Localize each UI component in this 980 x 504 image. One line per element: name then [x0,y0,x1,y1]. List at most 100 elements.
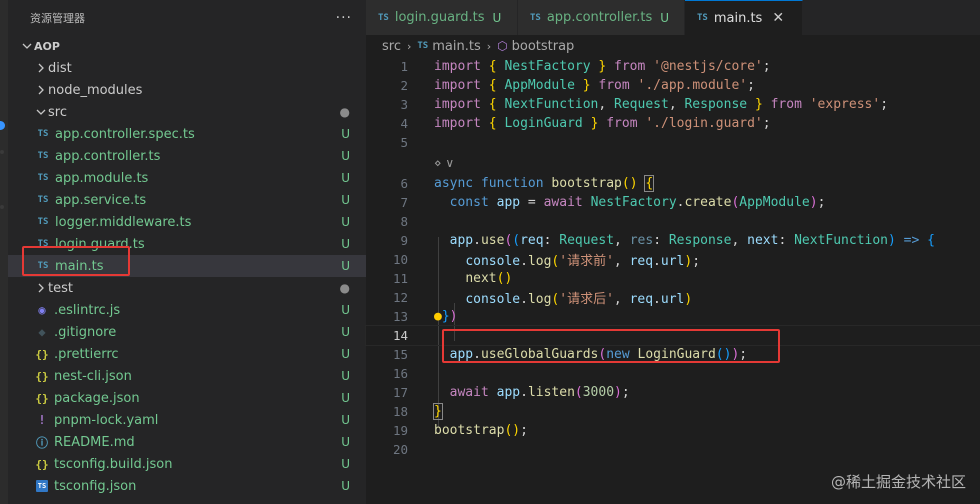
chevron-right-icon [34,283,48,293]
code-text: const app = await NestFactory.create(App… [449,195,826,210]
code-line: 12 console.log('请求后', req.url) [366,288,980,307]
code-line: 13 ●}) [366,307,980,326]
tree-file-logger-middleware[interactable]: TS logger.middleware.ts U [8,211,366,233]
untracked-badge: U [341,127,350,141]
tree-folder-src[interactable]: src ● [8,101,366,123]
tree-item-label: app.module.ts [55,170,149,186]
tree-item-label: logger.middleware.ts [55,214,192,230]
code-text: import { NextFunction, Request, Response… [434,97,889,112]
tree-file-package-json[interactable]: {} package.json U [8,387,366,409]
tree-file-gitignore[interactable]: ◆ .gitignore U [8,321,366,343]
json-file-icon: {} [35,369,49,383]
tree-item-label: package.json [54,390,140,406]
tree-file-app-service[interactable]: TS app.service.ts U [8,189,366,211]
json-file-icon: {} [35,391,49,405]
tree-folder-node-modules[interactable]: node_modules [8,79,366,101]
line-number: 2 [400,78,408,93]
code-line: 7 const app = await NestFactory.create(A… [366,193,980,212]
breadcrumb: src › TS main.ts › ⬡ bootstrap [366,35,980,57]
code-text: import { NestFactory } from '@nestjs/cor… [434,59,771,74]
line-number: 8 [400,214,408,229]
line-number: 3 [400,97,408,112]
tree-folder-test[interactable]: test ● [8,277,366,299]
breadcrumb-file[interactable]: main.ts [432,39,480,54]
editor-area: TS login.guard.ts U TS app.controller.ts… [365,0,980,504]
tree-file-nest-cli[interactable]: {} nest-cli.json U [8,365,366,387]
codelens-icon[interactable]: ⋄ ∨ [434,156,454,170]
code-text: console.log('请求后', req.url) [465,292,693,307]
tree-item-label: README.md [54,434,135,450]
editor-tabs: TS login.guard.ts U TS app.controller.ts… [366,0,980,35]
typescript-file-icon: TS [37,261,49,271]
line-number: 14 [392,328,408,343]
tree-file-app-controller-spec[interactable]: TS app.controller.spec.ts U [8,123,366,145]
line-number: 9 [400,233,408,248]
explorer-root-folder[interactable]: AOP [8,35,366,57]
json-file-icon: {} [35,347,49,361]
typescript-file-icon: TS [37,173,49,183]
source-control-badge-icon[interactable] [0,121,5,130]
tab-login-guard[interactable]: TS login.guard.ts U [366,0,518,35]
code-line: 6 async function bootstrap() { [366,174,980,193]
activity-bar [0,0,8,504]
lightbulb-icon[interactable]: ● [434,309,442,324]
untracked-badge: U [341,457,350,471]
code-line: 20 [366,440,980,459]
chevron-right-icon [34,63,48,73]
code-line: 9 app.use((req: Request, res: Response, … [366,231,980,250]
tree-item-label: app.service.ts [55,192,147,208]
untracked-badge: U [341,369,350,383]
tree-file-tsconfig-build[interactable]: {} tsconfig.build.json U [8,453,366,475]
tab-main[interactable]: TS main.ts ✕ [685,0,803,35]
untracked-badge: U [341,391,350,405]
tree-file-main[interactable]: TS main.ts U [8,255,366,277]
typescript-file-icon: TS [530,12,541,23]
typescript-file-icon: TS [37,239,49,249]
tree-file-eslintrc[interactable]: ◉ .eslintrc.js U [8,299,366,321]
explorer-sidebar: 资源管理器 ··· AOP dist node_modules src ● TS… [8,0,366,504]
file-tree: AOP dist node_modules src ● TS app.contr… [8,35,366,497]
tree-file-login-guard[interactable]: TS login.guard.ts U [8,233,366,255]
tree-file-pnpm-lock[interactable]: ! pnpm-lock.yaml U [8,409,366,431]
line-number: 18 [392,404,408,419]
tree-file-app-module[interactable]: TS app.module.ts U [8,167,366,189]
tree-item-label: .eslintrc.js [54,302,121,318]
tree-item-label: main.ts [55,258,104,274]
tsconfig-file-icon: TS [36,480,48,492]
breadcrumb-folder[interactable]: src [382,39,401,54]
root-folder-label: AOP [34,39,60,53]
code-editor[interactable]: 1 import { NestFactory } from '@nestjs/c… [365,57,980,459]
git-file-icon: ◆ [38,325,46,339]
more-actions-icon[interactable]: ··· [336,10,352,26]
chevron-right-icon: › [406,39,412,53]
tree-file-prettierrc[interactable]: {} .prettierrc U [8,343,366,365]
typescript-file-icon: TS [37,151,49,161]
code-line: 1 import { NestFactory } from '@nestjs/c… [366,57,980,76]
close-icon[interactable]: ✕ [772,10,784,26]
code-line: 19 bootstrap(); [366,421,980,440]
watermark: @稀土掘金技术社区 [830,473,966,491]
chevron-down-icon [20,41,34,51]
tree-file-tsconfig[interactable]: TS tsconfig.json U [8,475,366,497]
tree-item-label: .prettierrc [54,346,119,362]
line-number: 7 [400,195,408,210]
line-number: 15 [392,347,408,362]
code-text: import { AppModule } from './app.module'… [434,78,755,93]
line-number: 13 [392,309,408,324]
tree-file-app-controller[interactable]: TS app.controller.ts U [8,145,366,167]
untracked-badge: U [341,237,350,251]
chevron-right-icon [34,85,48,95]
tab-app-controller[interactable]: TS app.controller.ts U [518,0,685,35]
tree-file-readme[interactable]: ⓘ README.md U [8,431,366,453]
breadcrumb-symbol[interactable]: bootstrap [512,39,575,54]
untracked-badge: U [341,215,350,229]
typescript-file-icon: TS [378,12,389,23]
json-file-icon: {} [35,457,49,471]
tree-item-label: tsconfig.build.json [54,456,173,472]
code-line: 17 await app.listen(3000); [366,383,980,402]
typescript-file-icon: TS [37,129,49,139]
markdown-file-icon: ⓘ [35,435,48,450]
tree-folder-dist[interactable]: dist [8,57,366,79]
tree-item-label: node_modules [48,82,143,98]
activity-marker [0,150,4,154]
